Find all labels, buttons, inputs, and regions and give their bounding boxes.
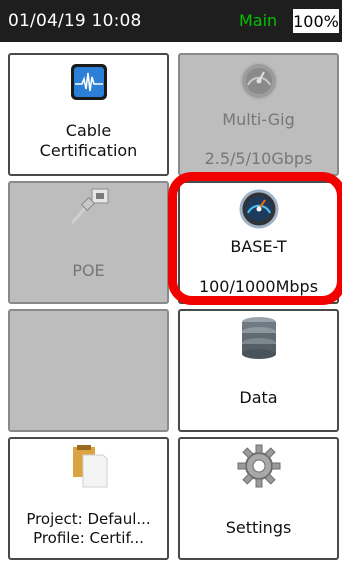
tile-label-line1: Multi-Gig — [222, 110, 295, 129]
data-tile[interactable]: Data — [178, 309, 339, 432]
tile-label: POE — [72, 261, 105, 280]
tile-label-line2: Certification — [39, 141, 138, 160]
database-icon — [239, 315, 279, 363]
status-mode: Main — [239, 11, 278, 30]
poe-tile[interactable]: POE — [8, 181, 169, 304]
clipboard-icon — [69, 445, 109, 489]
base-t-tile[interactable]: BASE-T 100/1000Mbps — [178, 181, 339, 304]
tile-label-line1: BASE-T — [230, 237, 287, 256]
cable-certification-tile[interactable]: Cable Certification — [8, 53, 169, 176]
status-bar: 01/04/19 10:08 Main 100% — [0, 0, 342, 42]
settings-tile[interactable]: Settings — [178, 437, 339, 560]
poe-plug-icon — [66, 187, 112, 227]
tile-label-line1: Cable — [65, 121, 112, 140]
empty-tile — [8, 309, 169, 432]
tile-label-line2: 100/1000Mbps — [198, 277, 319, 296]
gear-icon — [236, 443, 282, 489]
tile-label: Settings — [225, 518, 292, 537]
tile-label: Data — [239, 388, 278, 407]
battery-indicator: 100% — [293, 9, 339, 33]
status-datetime: 01/04/19 10:08 — [8, 11, 142, 31]
gauge-icon — [239, 189, 279, 229]
tile-label-line2: Profile: Certif... — [33, 529, 144, 547]
project-profile-tile[interactable]: Project: Defaul... Profile: Certif... — [8, 437, 169, 560]
waveform-icon — [70, 63, 108, 101]
multi-gig-tile[interactable]: Multi-Gig 2.5/5/10Gbps — [178, 53, 339, 176]
tile-label-line2: 2.5/5/10Gbps — [204, 149, 313, 168]
gauge-icon — [239, 61, 279, 101]
tile-label-line1: Project: Defaul... — [26, 510, 151, 528]
